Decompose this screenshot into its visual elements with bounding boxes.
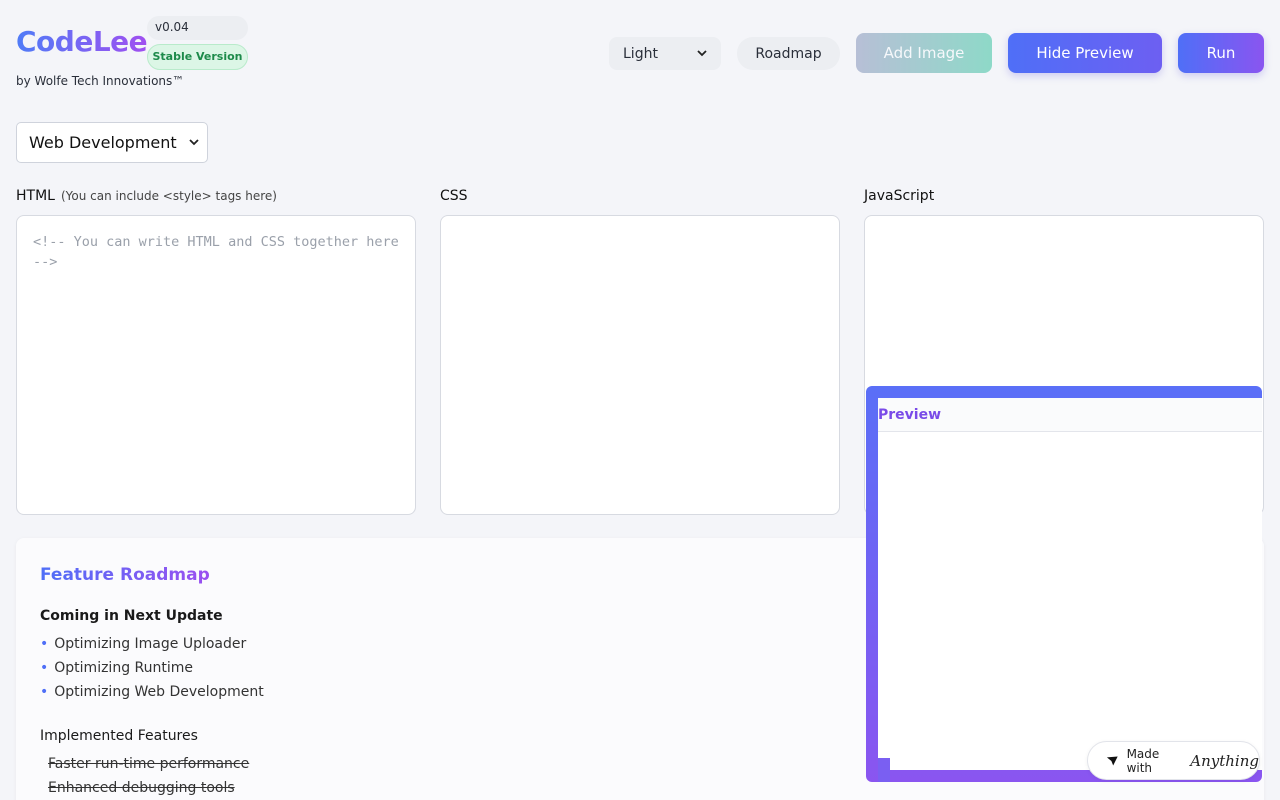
html-label-hint: (You can include <style> tags here)	[60, 189, 277, 203]
template-select-value: Web Development	[29, 133, 177, 152]
list-item: • Optimizing Runtime	[40, 660, 194, 676]
hide-preview-button[interactable]: Hide Preview	[1008, 33, 1162, 73]
roadmap-button[interactable]: Roadmap	[737, 37, 840, 70]
brand-logo-icon	[1106, 756, 1118, 765]
js-editor-label: JavaScript	[864, 188, 935, 204]
list-item: Faster run-time performance	[48, 756, 250, 772]
implemented-heading: Implemented Features	[40, 728, 198, 744]
preview-frame: Preview	[878, 398, 1262, 770]
roadmap-title: Feature Roadmap	[40, 565, 210, 585]
preview-header: Preview	[878, 398, 1262, 432]
list-item: • Optimizing Image Uploader	[40, 636, 247, 652]
css-editor[interactable]	[440, 215, 840, 515]
list-item: Enhanced debugging tools	[48, 780, 235, 796]
list-item: • Optimizing Web Development	[40, 684, 264, 700]
version-label: v0.04	[147, 16, 248, 40]
next-update-heading: Coming in Next Update	[40, 608, 223, 624]
made-with-text: Made with	[1126, 746, 1160, 775]
run-button[interactable]: Run	[1178, 33, 1264, 73]
theme-select-value: Light	[623, 45, 658, 62]
html-label-text: HTML	[16, 188, 55, 204]
page: CodeLee by Wolfe Tech Innovations™ v0.04…	[0, 0, 1280, 800]
byline: by Wolfe Tech Innovations™	[16, 74, 185, 88]
theme-select[interactable]: Light	[609, 37, 721, 70]
html-editor-placeholder: <!-- You can write HTML and CSS together…	[33, 234, 399, 270]
html-editor[interactable]: <!-- You can write HTML and CSS together…	[16, 215, 416, 515]
made-with-badge[interactable]: Made with Anything	[1087, 741, 1260, 780]
add-image-button[interactable]: Add Image	[856, 33, 992, 73]
resize-handle[interactable]	[878, 758, 890, 782]
preview-title: Preview	[878, 406, 942, 423]
css-editor-label: CSS	[440, 188, 468, 204]
preview-panel[interactable]: Preview	[866, 386, 1262, 782]
chevron-down-icon	[189, 139, 199, 146]
made-with-brand: Anything	[1190, 751, 1259, 770]
html-editor-label: HTML (You can include <style> tags here)	[16, 188, 277, 204]
status-badge: Stable Version	[147, 44, 248, 70]
chevron-down-icon	[697, 50, 707, 57]
template-select[interactable]: Web Development	[16, 122, 208, 163]
app-logo: CodeLee	[16, 25, 148, 58]
